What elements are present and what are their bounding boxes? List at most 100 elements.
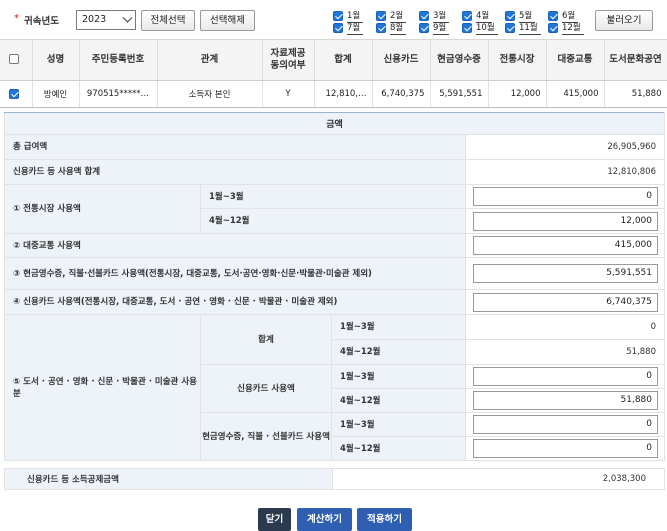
month-checkbox-3[interactable]: 3월 (419, 11, 450, 23)
close-button[interactable]: 닫기 (258, 508, 291, 531)
checkbox-checked-icon (376, 23, 386, 33)
culture-total-p2-value: 51,880 (465, 339, 665, 365)
filter-bar: * 귀속년도 2023 전체선택 선택해제 1월 2월 3월 4월 5월 6월 … (0, 0, 667, 40)
checkbox-checked-icon (548, 23, 558, 33)
market-p2-label: 4월~12월 (200, 208, 466, 234)
market-p1-label: 1월~3월 (200, 184, 466, 209)
deduction-summary: 신용카드 등 소득공제금액 2,038,300 (4, 468, 665, 490)
cash-label: ③ 현금영수증, 직불·선불카드 사용액(전통시장, 대중교통, 도서·공연·영… (4, 257, 466, 290)
checkbox-checked-icon (419, 11, 429, 21)
cell-total: 12,810,… (314, 80, 373, 108)
cell-cash: 5,591,551 (430, 80, 489, 108)
culture-cash-p1-input[interactable]: 0 (473, 415, 658, 434)
cell-name: 방예인 (32, 80, 80, 108)
checkbox-checked-icon (548, 11, 558, 21)
month-checkbox-1[interactable]: 1월 (333, 11, 364, 23)
cell-consent: Y (262, 80, 315, 108)
year-label: 귀속년도 (24, 16, 59, 27)
table-row[interactable]: 방예인 970515*****… 소득자 본인 Y 12,810,… 6,740… (0, 80, 667, 108)
cell-culture: 51,880 (604, 80, 667, 108)
col-consent: 자료제공 동의여부 (262, 40, 315, 81)
checkbox-checked-icon (505, 11, 515, 21)
load-button[interactable]: 불러오기 (595, 10, 653, 31)
card-total-value: 12,810,806 (465, 159, 665, 185)
culture-total-p1-value: 0 (465, 314, 665, 340)
checkbox-checked-icon (376, 11, 386, 21)
month-checkbox-4[interactable]: 4월 (462, 11, 493, 23)
month-checkbox-7[interactable]: 7월 (333, 23, 364, 35)
cell-id: 970515*****… (79, 80, 158, 108)
select-all-button[interactable]: 전체선택 (141, 10, 195, 31)
amount-table: 금액 총 급여액 26,905,960 신용카드 등 사용액 합계 12,810… (4, 112, 665, 461)
col-total: 합계 (314, 40, 373, 81)
month-checkbox-12[interactable]: 12월 (548, 23, 584, 35)
checkbox-checked-icon (462, 23, 472, 33)
cash-input[interactable]: 5,591,551 (473, 264, 658, 283)
culture-cash-p2-label: 4월~12월 (331, 436, 466, 461)
deduction-label: 신용카드 등 소득공제금액 (4, 468, 333, 490)
month-checkbox-10[interactable]: 10월 (462, 23, 498, 35)
checkbox-unchecked-icon (8, 53, 19, 64)
checkbox-checked-icon (462, 11, 472, 21)
amount-header: 금액 (4, 112, 665, 135)
cell-market: 12,000 (488, 80, 547, 108)
credit-input[interactable]: 6,740,375 (473, 292, 658, 312)
cell-credit: 6,740,375 (372, 80, 431, 108)
culture-cash-p1-label: 1월~3월 (331, 412, 466, 437)
transit-input[interactable]: 415,000 (473, 236, 658, 255)
col-relation: 관계 (157, 40, 263, 81)
header-checkbox-cell[interactable] (0, 40, 33, 81)
checkbox-checked-icon (505, 23, 515, 33)
year-select[interactable]: 2023 (76, 10, 136, 30)
col-culture: 도서문화공연 (604, 40, 667, 81)
deselect-button[interactable]: 선택해제 (200, 10, 255, 31)
deduction-value: 2,038,300 (332, 468, 665, 490)
calculate-button[interactable]: 계산하기 (297, 508, 352, 531)
checkbox-checked-icon (333, 23, 343, 33)
month-checkbox-8[interactable]: 8월 (376, 23, 407, 35)
month-checkbox-5[interactable]: 5월 (505, 11, 536, 23)
col-market: 전통시장 (488, 40, 547, 81)
culture-credit-p2-input[interactable]: 51,880 (473, 391, 658, 410)
market-p2-input[interactable]: 12,000 (473, 211, 658, 231)
month-checkbox-6[interactable]: 6월 (548, 11, 579, 23)
culture-cash-p2-input[interactable]: 0 (473, 439, 658, 458)
credit-label: ④ 신용카드 사용액(전통시장, 대중교통, 도서 · 공연 · 영화 · 신문… (4, 289, 466, 315)
culture-cash-label: 현금영수증, 직불 · 선불카드 사용액 (200, 412, 332, 461)
month-checkboxes: 1월 2월 3월 4월 5월 6월 7월 8월 9월 10월 11월 12월 (333, 9, 589, 35)
col-credit: 신용카드 (372, 40, 431, 81)
col-id: 주민등록번호 (79, 40, 158, 81)
gross-label: 총 급여액 (4, 134, 466, 160)
person-table-header: 성명 주민등록번호 관계 자료제공 동의여부 합계 신용카드 현금영수증 전통시… (0, 40, 667, 81)
market-label: ① 전통시장 사용액 (4, 184, 201, 234)
card-total-label: 신용카드 등 사용액 합계 (4, 159, 466, 185)
market-p1-input[interactable]: 0 (473, 187, 658, 206)
chevron-down-icon (122, 12, 133, 23)
col-transit: 대중교통 (546, 40, 605, 81)
culture-credit-p1-label: 1월~3월 (331, 364, 466, 389)
culture-credit-label: 신용카드 사용액 (200, 364, 332, 413)
checkbox-checked-icon (8, 88, 19, 99)
cell-transit: 415,000 (546, 80, 605, 108)
culture-label: ⑤ 도서 · 공연 · 영화 · 신문 · 박물관 · 미술관 사용분 (4, 314, 201, 461)
required-mark: * (14, 13, 19, 24)
month-checkbox-9[interactable]: 9월 (419, 23, 450, 35)
col-name: 성명 (32, 40, 80, 81)
checkbox-checked-icon (333, 11, 343, 21)
culture-credit-p2-label: 4월~12월 (331, 388, 466, 413)
culture-total-p2-label: 4월~12월 (331, 339, 466, 365)
month-checkbox-2[interactable]: 2월 (376, 11, 407, 23)
row-checkbox[interactable] (0, 80, 33, 108)
apply-button[interactable]: 적용하기 (357, 508, 412, 531)
year-select-value: 2023 (82, 14, 107, 25)
month-checkbox-11[interactable]: 11월 (505, 23, 541, 35)
checkbox-checked-icon (419, 23, 429, 33)
culture-total-label: 합계 (200, 314, 332, 365)
person-table: 성명 주민등록번호 관계 자료제공 동의여부 합계 신용카드 현금영수증 전통시… (0, 40, 667, 108)
culture-credit-p1-input[interactable]: 0 (473, 367, 658, 386)
transit-label: ② 대중교통 사용액 (4, 233, 466, 258)
culture-total-p1-label: 1월~3월 (331, 314, 466, 340)
col-cash: 현금영수증 (430, 40, 489, 81)
cell-relation: 소득자 본인 (157, 80, 263, 108)
gross-value: 26,905,960 (465, 134, 665, 160)
